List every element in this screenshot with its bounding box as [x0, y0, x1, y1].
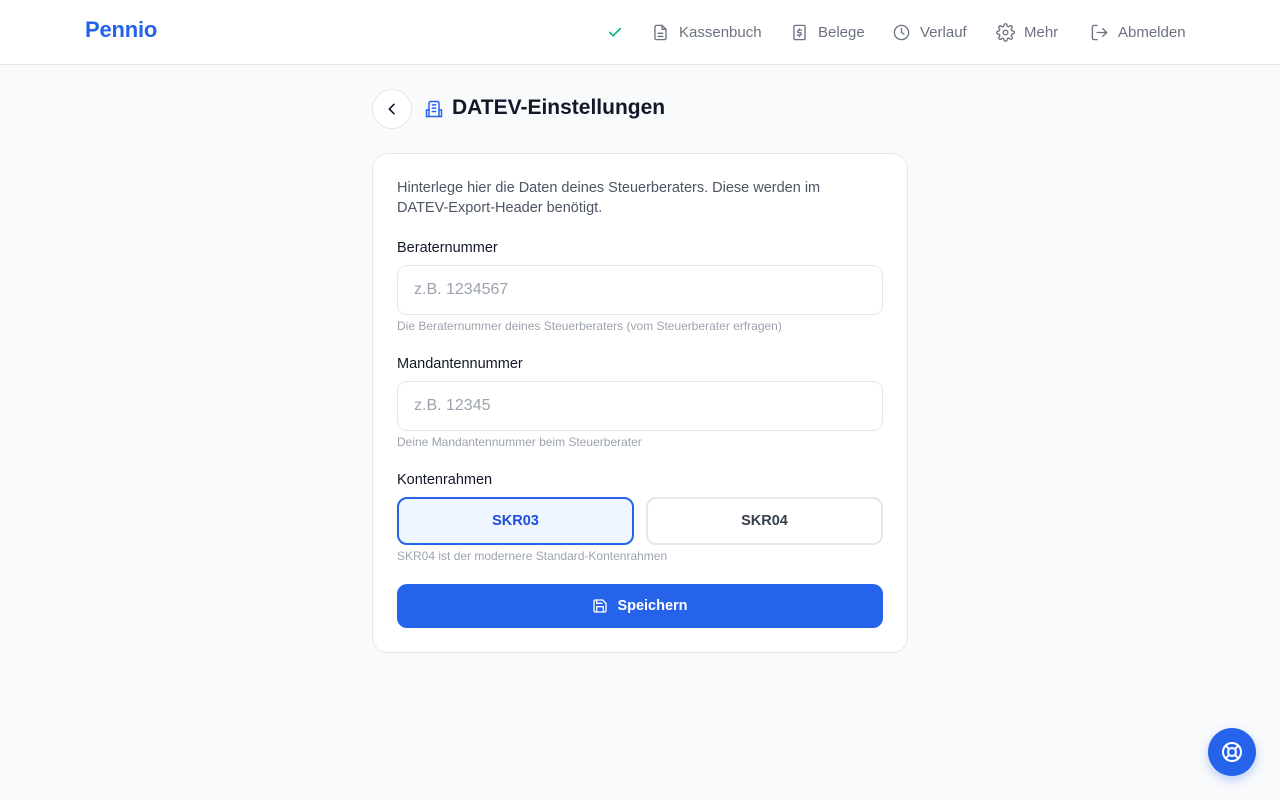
gear-icon	[996, 22, 1015, 42]
mandant-hint: Deine Mandantennummer beim Steuerberater	[397, 435, 642, 449]
berater-hint: Die Beraternummer deines Steuerberaters …	[397, 319, 782, 333]
document-icon	[654, 24, 667, 40]
nav-item-label: Kassenbuch	[679, 23, 762, 41]
settings-card: Hinterlege hier die Daten deines Steuerb…	[372, 153, 908, 653]
intro-text: Hinterlege hier die Daten deines Steuerb…	[397, 180, 821, 216]
check-icon	[608, 27, 622, 37]
clock-icon	[893, 24, 910, 40]
receipt-icon	[793, 24, 806, 40]
nav-item-belege[interactable]: Belege	[790, 20, 865, 44]
logout-icon	[1091, 24, 1108, 40]
main-nav: Kassenbuch Belege Verlauf Mehr Abmelden	[0, 0, 1280, 64]
skr03-option[interactable]: SKR03	[397, 497, 634, 545]
mandant-input[interactable]	[397, 381, 883, 431]
back-button[interactable]	[372, 89, 412, 129]
nav-item-label: Belege	[818, 23, 865, 41]
top-bar: Pennio Kassenbuch Belege Verlauf Mehr Ab…	[0, 0, 1280, 65]
mandant-label: Mandantennummer	[397, 356, 523, 372]
kontenrahmen-label: Kontenrahmen	[397, 472, 493, 488]
save-button[interactable]: Speichern	[397, 584, 883, 628]
nav-item-abmelden[interactable]: Abmelden	[1090, 20, 1186, 44]
nav-item-label: Verlauf	[920, 23, 967, 41]
page-header: DATEV-Einstellungen	[372, 89, 908, 129]
nav-item-mehr[interactable]: Mehr	[996, 20, 1058, 44]
berater-input[interactable]	[397, 265, 883, 315]
lifebuoy-icon	[1222, 742, 1242, 762]
skr04-option[interactable]: SKR04	[646, 497, 883, 545]
nav-item-label: Abmelden	[1118, 23, 1186, 41]
page-title: DATEV-Einstellungen	[452, 96, 666, 119]
chevron-left-icon	[388, 103, 395, 115]
help-button[interactable]	[1208, 728, 1256, 776]
save-button-label: Speichern	[617, 598, 688, 614]
berater-label: Beraternummer	[397, 240, 498, 256]
building-icon	[425, 100, 443, 118]
nav-item-label: Mehr	[1024, 23, 1059, 41]
save-icon	[593, 599, 608, 613]
nav-item-verlauf[interactable]: Verlauf	[892, 20, 967, 44]
nav-item-kassenbuch[interactable]: Kassenbuch	[651, 20, 762, 44]
kontenrahmen-hint: SKR04 ist der modernere Standard-Kontenr…	[397, 549, 668, 563]
